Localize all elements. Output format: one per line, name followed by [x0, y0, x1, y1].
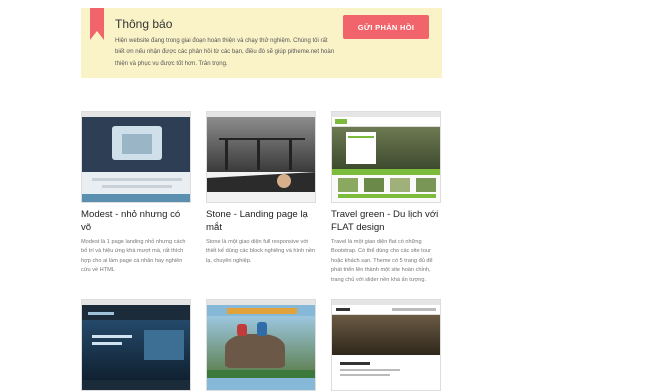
- theme-thumbnail-modest[interactable]: [81, 111, 191, 203]
- text-line: [340, 374, 390, 376]
- theme-thumbnail-travel-green[interactable]: [331, 111, 441, 203]
- text-line: [340, 369, 400, 371]
- text-line: [92, 335, 132, 338]
- browser-bar: [207, 300, 315, 305]
- text-line: [92, 178, 182, 181]
- theme-card-6[interactable]: [331, 299, 441, 391]
- theme-thumbnail-6[interactable]: [331, 299, 441, 391]
- theme-card-modest[interactable]: Modest - nhỏ nhưng có võ Modest là 1 pag…: [81, 111, 191, 276]
- rider-shape: [237, 324, 247, 336]
- green-band: [332, 169, 440, 175]
- hero-photo: [207, 117, 315, 172]
- card-title[interactable]: Modest - nhỏ nhưng có võ: [81, 208, 193, 234]
- logo: [336, 308, 350, 311]
- image-block: [144, 330, 184, 360]
- rider-shape: [257, 322, 267, 336]
- panel-line: [348, 136, 374, 138]
- send-feedback-button[interactable]: GỬI PHẢN HỒI: [343, 15, 429, 39]
- theme-card-4[interactable]: [81, 299, 191, 391]
- logo: [335, 119, 347, 124]
- browser-bar: [82, 300, 190, 305]
- bridge-pillar: [257, 140, 260, 170]
- nav-bar: [332, 117, 440, 127]
- card-title[interactable]: Stone - Landing page lạ mắt: [206, 208, 318, 234]
- card-title[interactable]: Travel green - Du lịch với FLAT design: [331, 208, 443, 234]
- text-line: [102, 185, 172, 188]
- card-description: Stone là một giao diện full responsive v…: [206, 239, 316, 264]
- logo-line: [88, 312, 114, 315]
- notice-title: Thông báo: [115, 17, 173, 31]
- bookmark-ribbon-icon: [90, 8, 104, 40]
- theme-thumbnail-4[interactable]: [81, 299, 191, 391]
- theme-card-stone[interactable]: Stone - Landing page lạ mắt Stone là một…: [206, 111, 316, 266]
- footer-band: [82, 194, 190, 202]
- button-row: [338, 194, 436, 198]
- menu-line: [392, 308, 436, 311]
- tile: [416, 178, 436, 192]
- bridge-beam: [219, 138, 305, 140]
- title-banner: [227, 308, 297, 314]
- tile: [364, 178, 384, 192]
- notice-box: Thông báo Hiện website đang trong giai đ…: [81, 8, 442, 78]
- avatar: [277, 174, 291, 188]
- tile: [338, 178, 358, 192]
- bridge-pillar: [225, 140, 228, 170]
- theme-thumbnail-5[interactable]: [206, 299, 316, 391]
- bridge-pillar: [289, 140, 292, 170]
- card-description: Modest là 1 page landing nhỏ nhưng cách …: [81, 239, 186, 274]
- hero-photo: [332, 315, 440, 355]
- elephant-shape: [225, 334, 285, 368]
- theme-card-travel-green[interactable]: Travel green - Du lịch với FLAT design T…: [331, 111, 441, 285]
- card-description: Travel là một giao diện flat có những Bo…: [331, 239, 433, 283]
- notice-body: Hiện website đang trong giai đoạn hoàn t…: [115, 38, 335, 67]
- device-screen: [122, 134, 152, 154]
- theme-card-5[interactable]: [206, 299, 316, 391]
- theme-thumbnail-stone[interactable]: [206, 111, 316, 203]
- tile: [390, 178, 410, 192]
- content-block: [207, 192, 315, 202]
- heading-line: [340, 362, 370, 365]
- slanted-block: [207, 172, 315, 192]
- text-line: [92, 342, 122, 345]
